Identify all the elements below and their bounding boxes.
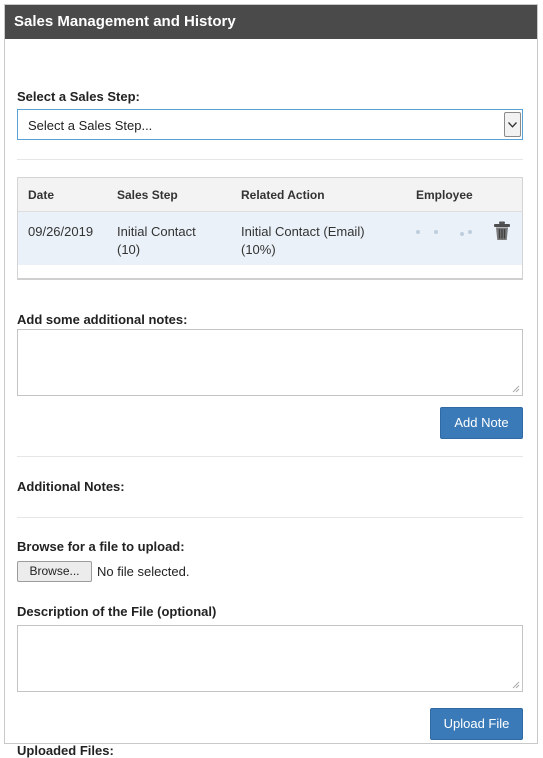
notes-label: Add some additional notes: bbox=[17, 312, 188, 327]
column-header-related-action: Related Action bbox=[241, 188, 325, 202]
panel-title: Sales Management and History bbox=[5, 5, 537, 39]
file-status-text: No file selected. bbox=[97, 564, 190, 579]
cell-employee-redacted bbox=[416, 227, 474, 237]
upload-label: Browse for a file to upload: bbox=[17, 539, 185, 554]
resize-grip-icon[interactable] bbox=[511, 680, 520, 689]
cell-related-action-name: Initial Contact (Email) bbox=[241, 224, 365, 239]
sales-step-select[interactable]: Select a Sales Step... bbox=[17, 109, 523, 140]
divider bbox=[17, 517, 523, 518]
divider bbox=[17, 159, 523, 160]
notes-textarea[interactable] bbox=[17, 329, 523, 396]
table-header: Date Sales Step Related Action Employee bbox=[18, 178, 522, 212]
column-header-employee: Employee bbox=[416, 188, 473, 202]
cell-sales-step-name: Initial Contact bbox=[117, 224, 196, 239]
file-description-textarea[interactable] bbox=[17, 625, 523, 692]
add-note-button[interactable]: Add Note bbox=[440, 407, 523, 439]
uploaded-files-label: Uploaded Files: bbox=[17, 743, 114, 758]
sales-step-label: Select a Sales Step: bbox=[17, 89, 140, 104]
sales-step-selected-value: Select a Sales Step... bbox=[28, 118, 153, 133]
sales-management-panel: Sales Management and History Select a Sa… bbox=[4, 4, 538, 758]
chevron-down-icon[interactable] bbox=[504, 112, 521, 137]
upload-file-button[interactable]: Upload File bbox=[430, 708, 523, 740]
cell-sales-step: Initial Contact (10) bbox=[117, 223, 196, 259]
column-header-sales-step: Sales Step bbox=[117, 188, 178, 202]
resize-grip-icon[interactable] bbox=[511, 384, 520, 393]
cell-sales-step-value: (10) bbox=[117, 242, 141, 257]
cell-related-action: Initial Contact (Email) (10%) bbox=[241, 223, 365, 259]
browse-button[interactable]: Browse... bbox=[17, 561, 92, 582]
sales-history-table: Date Sales Step Related Action Employee … bbox=[17, 177, 523, 280]
additional-notes-label: Additional Notes: bbox=[17, 479, 125, 494]
trash-icon[interactable] bbox=[493, 221, 511, 241]
table-row: 09/26/2019 Initial Contact (10) Initial … bbox=[18, 212, 522, 265]
divider bbox=[17, 456, 523, 457]
cell-date: 09/26/2019 bbox=[28, 224, 94, 239]
cell-related-action-value: (10%) bbox=[241, 242, 276, 257]
file-description-label: Description of the File (optional) bbox=[17, 604, 217, 619]
column-header-date: Date bbox=[28, 188, 55, 202]
